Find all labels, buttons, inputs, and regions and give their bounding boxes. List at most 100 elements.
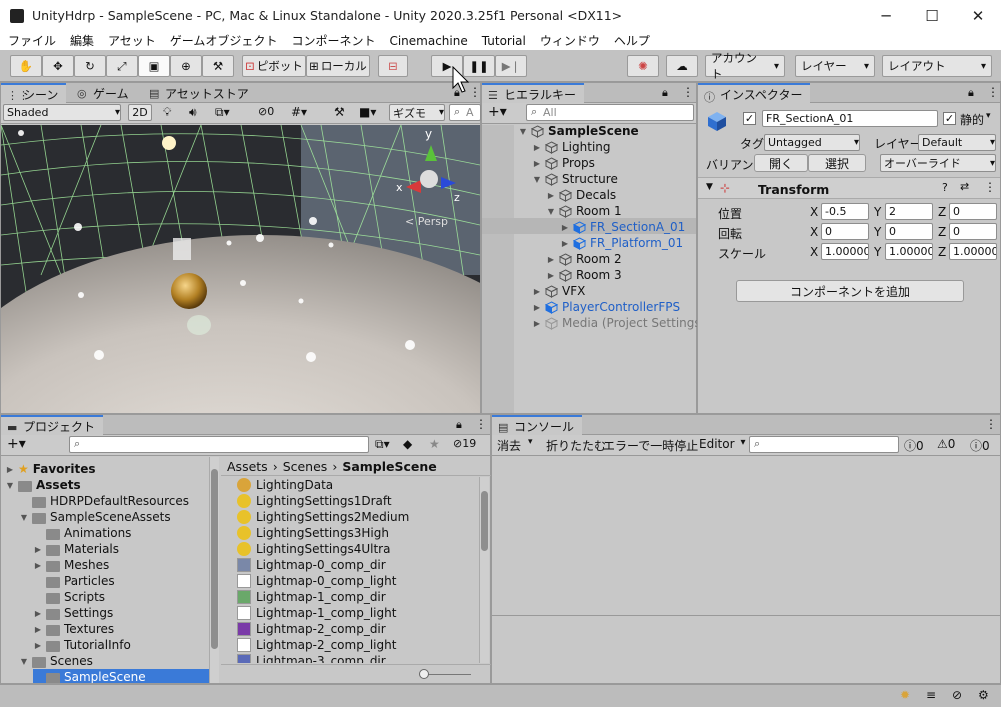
collapsed-triangle-icon[interactable]: ▶ <box>33 625 43 634</box>
asset-item[interactable]: LightingSettings1Draft <box>237 493 392 509</box>
lock-icon[interactable]: 🔒︎ <box>456 418 462 432</box>
collapsed-triangle-icon[interactable]: ▶ <box>33 609 43 618</box>
grid-dropdown-icon[interactable]: #▾ <box>291 105 307 119</box>
project-folder-item[interactable]: ▶ ★ Favorites <box>5 461 96 477</box>
tab-game[interactable]: ◎ ゲーム <box>71 83 137 103</box>
shading-mode-dropdown[interactable]: Shaded <box>3 104 121 121</box>
add-component-button[interactable]: コンポーネントを追加 <box>736 280 964 302</box>
hierarchy-item[interactable]: ▼ Room 1 <box>546 203 622 219</box>
menu-window[interactable]: ウィンドウ <box>540 32 600 49</box>
hierarchy-item[interactable]: ▶ Decals <box>546 187 616 203</box>
account-dropdown[interactable]: アカウント <box>705 51 785 81</box>
asset-item[interactable]: Lightmap-1_comp_dir <box>237 589 386 605</box>
rect-tool-button[interactable]: ▣ <box>138 55 170 77</box>
custom-tool-button[interactable]: ⚒ <box>202 55 234 77</box>
transform-header[interactable]: ▼ ⊹ Transform ? ⇄ ⋮ <box>698 177 1000 199</box>
hierarchy-item[interactable]: ▶ Media (Project Settings) <box>532 315 705 331</box>
project-folder-item[interactable]: Animations <box>33 525 131 541</box>
project-folder-item[interactable]: ▶ Textures <box>33 621 114 637</box>
menu-edit[interactable]: 編集 <box>70 32 94 49</box>
menu-cinemachine[interactable]: Cinemachine <box>389 34 467 48</box>
asset-item[interactable]: LightingData <box>237 477 333 493</box>
perspective-label[interactable]: < Persp <box>405 215 448 228</box>
project-folder-item[interactable]: ▼ SampleSceneAssets <box>19 509 171 525</box>
y-axis-label[interactable]: Y <box>874 245 881 259</box>
z-axis-label[interactable]: Z <box>938 225 946 239</box>
lock-icon[interactable]: 🔒︎ <box>968 86 974 100</box>
scene-viewport[interactable]: y x z < Persp <box>1 125 480 413</box>
x-axis-label[interactable]: X <box>810 205 818 219</box>
more-menu-icon[interactable]: ⋮ <box>469 85 481 99</box>
auto-generate-lighting-icon[interactable]: ⚙ <box>978 688 989 702</box>
asset-item[interactable]: Lightmap-2_comp_light <box>237 637 396 653</box>
project-folder-item[interactable]: ▼ Assets <box>5 477 81 493</box>
preset-icon[interactable]: ⇄ <box>960 180 969 193</box>
hierarchy-item[interactable]: ▶ FR_SectionA_01 <box>560 219 685 235</box>
menu-component[interactable]: コンポーネント <box>291 32 375 49</box>
expanded-triangle-icon[interactable]: ▼ <box>19 513 29 522</box>
position-x-input[interactable]: -0.5 <box>821 203 869 220</box>
tab-scene[interactable]: ⋮⋮ シーン <box>1 83 67 103</box>
expanded-triangle-icon[interactable]: ▼ <box>546 207 556 216</box>
favorite-star-icon[interactable]: ★ <box>429 437 440 451</box>
asset-item[interactable]: LightingSettings2Medium <box>237 509 409 525</box>
hierarchy-item[interactable]: ▼ SampleScene <box>518 123 639 139</box>
hierarchy-item[interactable]: ▶ Lighting <box>532 139 611 155</box>
minimize-button[interactable]: ─ <box>863 0 909 31</box>
local-toggle[interactable]: ⊞ ローカル <box>306 55 370 77</box>
y-axis-label[interactable]: Y <box>874 225 881 239</box>
component-menu-icon[interactable]: ⋮ <box>984 180 996 194</box>
scale-y-input[interactable]: 1.00000 <box>885 243 933 260</box>
tab-asset-store[interactable]: ▤ アセットストア <box>143 83 257 103</box>
menu-help[interactable]: ヘルプ <box>614 32 650 49</box>
scale-z-input[interactable]: 1.00000 <box>949 243 997 260</box>
layers-dropdown[interactable]: レイヤー <box>795 55 875 77</box>
hierarchy-item[interactable]: ▶ Room 3 <box>546 267 622 283</box>
active-checkbox[interactable]: ✓ <box>743 112 756 125</box>
breadcrumb-samplescene[interactable]: SampleScene <box>342 459 436 474</box>
collapsed-triangle-icon[interactable]: ▶ <box>33 641 43 650</box>
collapsed-triangle-icon[interactable]: ▶ <box>532 143 542 152</box>
camera-dropdown-icon[interactable]: ■▾ <box>359 105 376 119</box>
icon-size-slider-handle[interactable] <box>419 669 429 679</box>
hand-tool-button[interactable]: ✋ <box>10 55 42 77</box>
project-search-input[interactable] <box>69 436 369 453</box>
more-menu-icon[interactable]: ⋮ <box>987 85 999 99</box>
menu-gameobject[interactable]: ゲームオブジェクト <box>170 32 278 49</box>
expanded-triangle-icon[interactable]: ▼ <box>5 481 15 490</box>
collapsed-triangle-icon[interactable]: ▶ <box>532 287 542 296</box>
project-folder-item[interactable]: ▶ Settings <box>33 605 113 621</box>
collapsed-triangle-icon[interactable]: ▶ <box>546 255 556 264</box>
tab-console[interactable]: ▤ コンソール <box>492 415 583 435</box>
clear-options-dropdown[interactable]: ▾ <box>528 437 533 447</box>
scale-tool-button[interactable]: ⤢ <box>106 55 138 77</box>
project-folder-item[interactable]: Particles <box>33 573 115 589</box>
search-by-type-icon[interactable]: ⧉▾ <box>375 437 390 452</box>
asset-item[interactable]: LightingSettings3High <box>237 525 389 541</box>
collapsed-triangle-icon[interactable]: ▶ <box>546 271 556 280</box>
open-prefab-button[interactable]: 開く <box>754 154 808 172</box>
cache-server-icon[interactable]: ≡ <box>926 688 936 702</box>
collapsed-triangle-icon[interactable]: ▶ <box>33 561 43 570</box>
collapsed-triangle-icon[interactable]: ▶ <box>532 319 542 328</box>
menu-file[interactable]: ファイル <box>8 32 56 49</box>
more-menu-icon[interactable]: ⋮ <box>475 417 487 431</box>
collapsed-triangle-icon[interactable]: ▶ <box>532 159 542 168</box>
expanded-triangle-icon[interactable]: ▼ <box>518 127 528 136</box>
error-pause-button[interactable]: エラーで一時停止 <box>603 437 698 454</box>
position-y-input[interactable]: 2 <box>885 203 933 220</box>
rotation-y-input[interactable]: 0 <box>885 223 933 240</box>
log-filter-toggle[interactable]: ⓘ0 <box>904 437 924 454</box>
collapsed-triangle-icon[interactable]: ▶ <box>5 465 15 474</box>
tools-dropdown-icon[interactable]: ⚒ <box>334 105 345 119</box>
asset-item[interactable]: Lightmap-2_comp_dir <box>237 621 386 637</box>
console-log-list[interactable] <box>492 457 1000 615</box>
breadcrumb-assets[interactable]: Assets <box>227 459 268 474</box>
toggle-2d-button[interactable]: 2D <box>128 104 152 121</box>
lightmap-progress-icon[interactable]: ✹ <box>900 688 910 702</box>
help-icon[interactable]: ? <box>942 181 948 194</box>
asset-scrollbar-thumb[interactable] <box>481 491 488 551</box>
rotation-z-input[interactable]: 0 <box>949 223 997 240</box>
collab-button[interactable]: ✺ <box>627 55 659 77</box>
tab-hierarchy[interactable]: ☰ ヒエラルキー <box>482 83 585 103</box>
